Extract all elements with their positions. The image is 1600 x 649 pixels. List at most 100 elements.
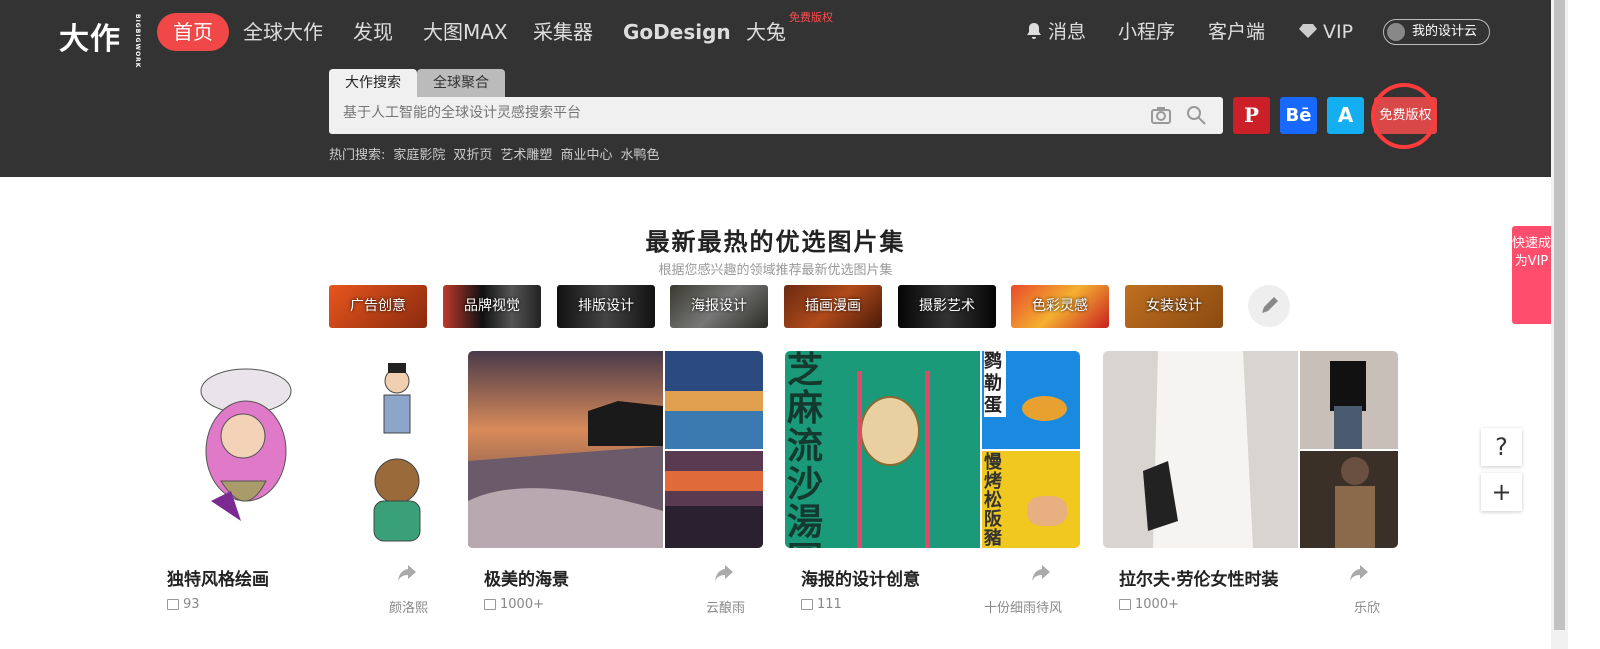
share-icon[interactable]	[1350, 565, 1368, 581]
scrollbar-thumb[interactable]	[1554, 0, 1565, 630]
scrollbar[interactable]	[1551, 0, 1568, 649]
card-thumbnails[interactable]	[468, 351, 763, 548]
card-thumbnails[interactable]	[1103, 351, 1398, 548]
avatar	[1387, 23, 1405, 41]
category-ad-creative[interactable]: 广告创意	[329, 285, 427, 328]
top-header: 大作 BIGBIGWORK 首页 全球大作 发现 大图MAX 采集器 GoDes…	[0, 0, 1551, 177]
seascape-image	[665, 451, 763, 548]
count-value: 1000+	[1135, 597, 1179, 612]
poster-food	[1027, 496, 1067, 526]
poster-food	[1022, 396, 1067, 421]
poster-food	[860, 396, 920, 466]
category-color-inspiration[interactable]: 色彩灵感	[1011, 285, 1109, 328]
card-thumbnails[interactable]: 芝麻流沙湯圓 鹨勒蛋 慢烤松阪豬	[785, 351, 1080, 548]
vip-label: VIP	[1323, 21, 1354, 43]
nav-global-works[interactable]: 全球大作	[243, 13, 323, 51]
behance-button[interactable]: Bē	[1280, 97, 1317, 134]
illustration-image	[348, 451, 446, 548]
share-icon[interactable]	[398, 565, 416, 581]
highlight-circle	[1371, 83, 1437, 149]
category-poster-design[interactable]: 海报设计	[670, 285, 768, 328]
share-icon[interactable]	[715, 565, 733, 581]
collection-card[interactable]: 拉尔夫·劳伦女性时装 1000+ 乐欣	[1103, 351, 1398, 616]
poster-text: 鹨勒蛋	[984, 351, 1006, 417]
nav-bigimage-max[interactable]: 大图MAX	[423, 13, 508, 51]
image-count: 111	[801, 597, 842, 612]
card-title[interactable]: 拉尔夫·劳伦女性时装	[1119, 565, 1278, 590]
hot-search-item[interactable]: 家庭影院	[393, 144, 445, 163]
help-button[interactable]: ?	[1481, 428, 1522, 466]
seascape-image	[665, 351, 763, 449]
image-count: 93	[167, 597, 200, 612]
hot-search-item[interactable]: 双折页	[453, 144, 492, 163]
poster-image: 慢烤松阪豬	[982, 451, 1080, 548]
collection-card[interactable]: 极美的海景 1000+ 云酿雨	[468, 351, 763, 616]
logo[interactable]: 大作 BIGBIGWORK	[59, 14, 141, 68]
category-photography[interactable]: 摄影艺术	[898, 285, 996, 328]
edit-categories-button[interactable]	[1248, 285, 1290, 327]
nav-client[interactable]: 客户端	[1208, 13, 1265, 51]
poster-image: 芝麻流沙湯圓	[785, 351, 980, 548]
category-brand-visual[interactable]: 品牌视觉	[443, 285, 541, 328]
nav-messages[interactable]: 消息	[1026, 13, 1086, 51]
pinterest-button[interactable]: P	[1233, 97, 1270, 134]
fashion-image	[1300, 351, 1398, 449]
search-box	[329, 97, 1223, 134]
image-icon	[801, 599, 813, 610]
nav-mini-program[interactable]: 小程序	[1118, 13, 1175, 51]
tab-global-aggregate[interactable]: 全球聚合	[417, 69, 505, 97]
fashion-image	[1103, 351, 1298, 548]
quick-vip-side-banner[interactable]: 快速成为VIP	[1512, 226, 1551, 324]
card-title[interactable]: 极美的海景	[484, 565, 569, 590]
artstation-button[interactable]: A	[1327, 97, 1364, 134]
hot-search-item[interactable]: 水鸭色	[620, 144, 659, 163]
tab-dazuo-search[interactable]: 大作搜索	[329, 69, 417, 97]
category-womenswear[interactable]: 女装设计	[1125, 285, 1223, 328]
category-illustration[interactable]: 插画漫画	[784, 285, 882, 328]
collection-card[interactable]: 芝麻流沙湯圓 鹨勒蛋 慢烤松阪豬 海报的设计创意 111 十份细雨待风	[785, 351, 1080, 616]
logo-subtext: BIGBIGWORK	[134, 14, 141, 69]
illustration-image	[348, 351, 446, 449]
nav-discover[interactable]: 发现	[353, 13, 393, 51]
count-value: 1000+	[500, 597, 544, 612]
nav-godesign[interactable]: GoDesign	[623, 13, 731, 51]
hot-search-item[interactable]: 商业中心	[560, 144, 612, 163]
card-title[interactable]: 海报的设计创意	[801, 565, 920, 590]
camera-icon[interactable]	[1151, 106, 1171, 124]
add-button[interactable]: +	[1481, 473, 1522, 511]
seascape-image	[468, 351, 663, 548]
count-value: 111	[817, 597, 842, 612]
category-typography[interactable]: 排版设计	[557, 285, 655, 328]
fashion-image	[1300, 451, 1398, 548]
author-name[interactable]: 十份细雨待风	[984, 597, 1062, 616]
search-tabs: 大作搜索 全球聚合	[329, 69, 505, 97]
messages-label: 消息	[1048, 21, 1087, 43]
image-icon	[484, 599, 496, 610]
author-name[interactable]: 颜洛熙	[389, 597, 428, 616]
image-icon	[167, 599, 179, 610]
search-icon[interactable]	[1186, 105, 1206, 125]
nav-home[interactable]: 首页	[157, 13, 229, 51]
hot-search-item[interactable]: 艺术雕塑	[500, 144, 552, 163]
card-thumbnails[interactable]	[151, 351, 446, 548]
diamond-icon	[1299, 24, 1317, 38]
search-input[interactable]	[343, 105, 1123, 121]
poster-image: 鹨勒蛋	[982, 351, 1080, 449]
author-name[interactable]: 乐欣	[1354, 597, 1380, 616]
cloud-label: 我的设计云	[1412, 24, 1478, 39]
collection-card[interactable]: 独特风格绘画 93 颜洛熙	[151, 351, 446, 616]
image-count: 1000+	[484, 597, 544, 612]
hot-searches: 热门搜索: 家庭影院 双折页 艺术雕塑 商业中心 水鸭色	[329, 144, 659, 163]
nav-datu[interactable]: 大兔	[746, 13, 786, 51]
section-title: 最新最热的优选图片集	[645, 228, 906, 256]
author-name[interactable]: 云酿雨	[706, 597, 745, 616]
my-design-cloud-button[interactable]: 我的设计云	[1383, 19, 1490, 45]
section-subtitle: 根据您感兴趣的领域推荐最新优选图片集	[658, 263, 893, 278]
nav-vip[interactable]: VIP	[1299, 13, 1353, 51]
share-icon[interactable]	[1032, 565, 1050, 581]
poster-chopstick	[925, 371, 930, 548]
hot-search-label: 热门搜索:	[329, 148, 386, 163]
card-title[interactable]: 独特风格绘画	[167, 565, 269, 590]
bell-icon	[1027, 23, 1041, 39]
nav-collector[interactable]: 采集器	[533, 13, 593, 51]
